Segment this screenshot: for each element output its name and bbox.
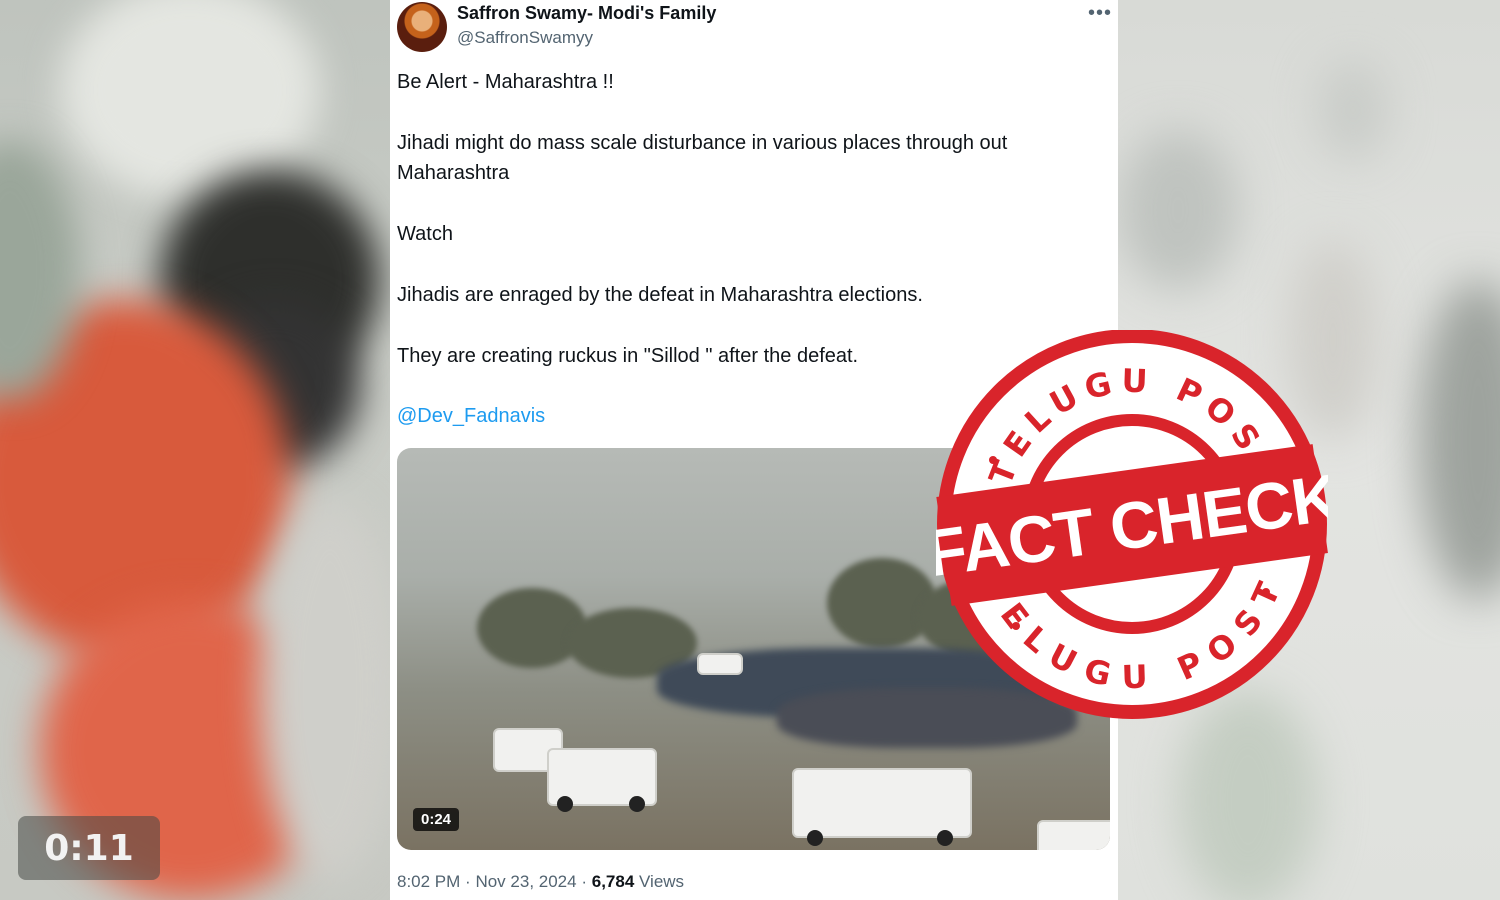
tweet-text-line: Jihadi might do mass scale disturbance i… — [397, 132, 1008, 154]
fact-check-stamp: TELUGU POST TELUGU POST FACT CHECK — [921, 329, 1344, 720]
tweet-text-line: They are creating ruckus in "Sillod " af… — [397, 345, 859, 367]
video-timer-overlay: 0:11 — [18, 816, 160, 880]
tweet-text-line: Jihadis are enraged by the defeat in Mah… — [397, 284, 923, 306]
tweet-text-line: Watch — [397, 223, 453, 245]
video-duration-badge: 0:24 — [413, 808, 460, 831]
author-avatar[interactable] — [397, 2, 447, 52]
meta-separator: · — [465, 872, 471, 891]
mention-link[interactable]: @Dev_Fadnavis — [397, 401, 545, 431]
tweet-metadata: 8:02 PM · Nov 23, 2024 · 6,784 Views — [397, 872, 684, 892]
tweet-text-line: Be Alert - Maharashtra !! — [397, 71, 614, 93]
meta-separator: · — [581, 872, 587, 891]
ellipsis-icon[interactable]: ••• — [1088, 2, 1112, 25]
tweet-time[interactable]: 8:02 PM — [397, 872, 460, 891]
views-label: Views — [639, 872, 685, 891]
author-handle[interactable]: @SaffronSwamyy — [457, 28, 593, 48]
tweet-date[interactable]: Nov 23, 2024 — [475, 872, 576, 891]
author-display-name[interactable]: Saffron Swamy- Modi's Family — [457, 3, 716, 24]
tweet-text-line: Maharashtra — [397, 162, 510, 184]
background-left-panel: 0:11 — [0, 0, 390, 900]
views-count: 6,784 — [591, 872, 635, 891]
